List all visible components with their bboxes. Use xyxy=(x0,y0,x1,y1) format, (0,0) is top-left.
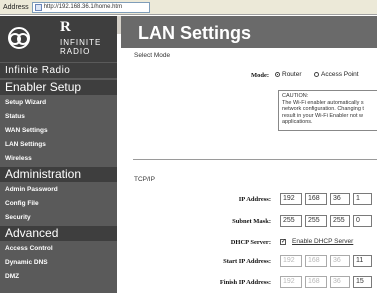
subnet-mask-octet-1[interactable]: 255 xyxy=(280,215,302,227)
subnet-mask-octet-4[interactable]: 0 xyxy=(353,215,372,227)
tcpip-section-label: TCP/IP xyxy=(134,176,155,183)
mode-label: Mode: xyxy=(250,72,269,79)
mode-option-router: Router xyxy=(282,71,302,78)
logo: R INFINITE RADIO xyxy=(0,16,117,62)
sidebar-item-setup-wizard[interactable]: Setup Wizard xyxy=(0,96,117,110)
caution-line: applications. xyxy=(282,119,313,126)
page-title: LAN Settings xyxy=(138,23,252,43)
ip-address-octet-3[interactable]: 36 xyxy=(330,193,350,205)
start-ip-octet-1: 192 xyxy=(280,255,302,267)
main-content: LAN Settings Select Mode Mode: Router Ac… xyxy=(121,16,377,293)
subnet-mask-label: Subnet Mask: xyxy=(232,218,271,225)
start-ip-label: Start IP Address: xyxy=(223,258,271,265)
address-bar: Address http://192.168.36.1/home.htm xyxy=(0,0,377,15)
sidebar: R INFINITE RADIO Infinite Radio Enabler … xyxy=(0,16,117,293)
caution-line: network configuration. Changing t xyxy=(282,106,364,113)
sidebar-item-admin-password[interactable]: Admin Password xyxy=(0,183,117,197)
mode-radio-access-point[interactable]: Access Point xyxy=(314,71,359,78)
caution-line: The Wi-Fi enabler automatically s xyxy=(282,99,364,106)
finish-ip-octet-2: 168 xyxy=(305,276,327,288)
dhcp-server-label: DHCP Server: xyxy=(230,239,271,246)
infinity-logo-icon xyxy=(8,27,30,49)
finish-ip-octet-3: 36 xyxy=(330,276,350,288)
start-ip-octet-2: 168 xyxy=(305,255,327,267)
dhcp-enable-checkbox[interactable]: ✓ xyxy=(280,239,286,245)
ip-address-octet-1[interactable]: 192 xyxy=(280,193,302,205)
section-heading-administration: Administration xyxy=(0,167,117,182)
dhcp-enable-label[interactable]: Enable DHCP Server xyxy=(292,238,353,245)
page-icon xyxy=(34,3,42,11)
address-label: Address xyxy=(3,3,29,11)
caution-heading: CAUTION: xyxy=(282,93,309,99)
select-mode-label: Select Mode xyxy=(134,52,171,59)
title-band: LAN Settings xyxy=(121,16,377,48)
brand-name: Infinite Radio xyxy=(0,63,117,78)
logo-mark: R xyxy=(60,19,71,35)
radio-access-point-icon[interactable] xyxy=(314,71,319,77)
sidebar-item-dmz[interactable]: DMZ xyxy=(0,270,117,284)
start-ip-octet-4[interactable]: 11 xyxy=(353,255,372,267)
sidebar-item-access-control[interactable]: Access Control xyxy=(0,242,117,256)
sidebar-item-wireless[interactable]: Wireless xyxy=(0,152,117,166)
sidebar-item-dynamic-dns[interactable]: Dynamic DNS xyxy=(0,256,117,270)
finish-ip-label: Finish IP Address: xyxy=(219,279,271,286)
sidebar-item-wan-settings[interactable]: WAN Settings xyxy=(0,124,117,138)
ip-address-label: IP Address: xyxy=(238,196,271,203)
logo-text-line2: RADIO xyxy=(60,47,91,56)
section-heading-enabler-setup: Enabler Setup xyxy=(0,80,117,95)
finish-ip-octet-4[interactable]: 15 xyxy=(353,276,372,288)
caution-line: result in your Wi-Fi Enabler not w xyxy=(282,112,363,119)
url-text: http://192.168.36.1/home.htm xyxy=(43,4,123,10)
mode-radio-router[interactable]: Router xyxy=(275,71,302,78)
ip-address-octet-4[interactable]: 1 xyxy=(353,193,372,205)
subnet-mask-octet-2[interactable]: 255 xyxy=(305,215,327,227)
subnet-mask-octet-3[interactable]: 255 xyxy=(330,215,350,227)
mode-option-access-point: Access Point xyxy=(321,71,359,78)
sidebar-item-status[interactable]: Status xyxy=(0,110,117,124)
divider xyxy=(133,159,377,160)
radio-router-icon[interactable] xyxy=(275,71,280,77)
sidebar-item-lan-settings[interactable]: LAN Settings xyxy=(0,138,117,152)
section-heading-advanced: Advanced xyxy=(0,226,117,241)
caution-box: CAUTION: The Wi-Fi enabler automatically… xyxy=(278,90,377,131)
ip-address-octet-2[interactable]: 168 xyxy=(305,193,327,205)
sidebar-item-config-file[interactable]: Config File xyxy=(0,197,117,211)
finish-ip-octet-1: 192 xyxy=(280,276,302,288)
logo-text-line1: INFINITE xyxy=(60,38,102,47)
url-field[interactable]: http://192.168.36.1/home.htm xyxy=(31,1,150,13)
start-ip-octet-3: 36 xyxy=(330,255,350,267)
sidebar-item-security[interactable]: Security xyxy=(0,211,117,225)
